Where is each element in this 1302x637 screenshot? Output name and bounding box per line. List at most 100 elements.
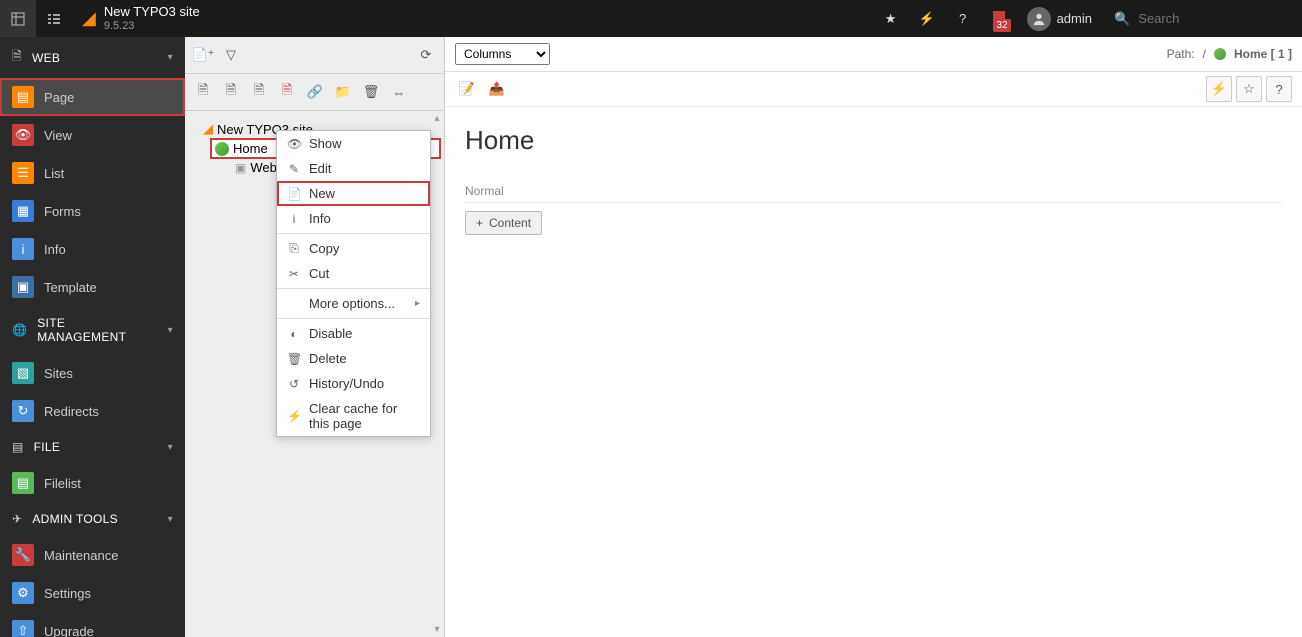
sidebar-item-settings[interactable]: ⚙Settings (0, 574, 185, 612)
layout-select[interactable]: Columns (455, 43, 550, 65)
sidebar-group-admintools[interactable]: ✈ ADMIN TOOLS ▾ (0, 502, 185, 536)
cache-icon[interactable] (0, 0, 36, 37)
context-menu: 👁Show ✎Edit 📄New iInfo ⎘Copy ✂Cut More o… (276, 130, 431, 437)
ctx-disable[interactable]: ◐Disable (277, 321, 430, 346)
typo3-icon: ◢ (203, 121, 213, 137)
info-icon: i (12, 238, 34, 260)
new-icon: 📄 (287, 187, 301, 201)
doc-shortcut-icon[interactable]: 🗎 (247, 80, 271, 104)
chevron-down-icon: ▾ (168, 325, 173, 336)
site-name: New TYPO3 site (104, 5, 200, 19)
redirect-icon: ↻ (12, 400, 34, 422)
wrench-icon: 🔧 (12, 544, 34, 566)
sidebar-item-upgrade[interactable]: ⇧Upgrade (0, 612, 185, 637)
filter-icon[interactable]: ▽ (219, 43, 243, 67)
flash-icon[interactable]: ⚡ (909, 0, 945, 37)
module-sidebar: 🗎 WEB ▾ ▤Page 👁View ☰List ▦Forms iInfo ▣… (0, 37, 185, 637)
separator-icon[interactable]: ⇔ (387, 80, 411, 104)
trash-icon[interactable]: 🗑 (359, 80, 383, 104)
add-content-button[interactable]: + Content (465, 211, 542, 235)
ctx-delete[interactable]: 🗑Delete (277, 346, 430, 371)
sidebar-group-sitemanagement[interactable]: 🌐 SITE MANAGEMENT ▾ (0, 306, 185, 354)
ctx-clearcache[interactable]: ⚡Clear cache for this page (277, 396, 430, 436)
gear-icon: ⚙ (12, 582, 34, 604)
tree-toolbar: 📄⁺ ▽ ⟳ (185, 37, 444, 74)
refresh-icon[interactable]: ⟳ (414, 43, 438, 67)
username: admin (1057, 11, 1092, 26)
sidebar-item-list[interactable]: ☰List (0, 154, 185, 192)
sidebar-item-filelist[interactable]: ▤Filelist (0, 464, 185, 502)
breadcrumb-root: / (1203, 47, 1206, 61)
link-icon[interactable]: 🔗 (303, 80, 327, 104)
content-toolbar: Columns Path: / Home [ 1 ] (445, 37, 1302, 72)
sidebar-item-forms[interactable]: ▦Forms (0, 192, 185, 230)
notification-badge: 32 (993, 19, 1010, 32)
sidebar-item-view[interactable]: 👁View (0, 116, 185, 154)
ctx-new[interactable]: 📄New (277, 181, 430, 206)
tree-toolbar-2: 🗎 🗎 🗎 🗎 🔗 📁 🗑 ⇔ (185, 74, 444, 111)
flash-icon: ⚡ (287, 409, 301, 423)
search-wrap: 🔍 (1102, 11, 1302, 27)
content-area: Columns Path: / Home [ 1 ] 📝 📤 ⚡ ☆ ? Hom… (445, 37, 1302, 637)
help-icon[interactable]: ? (945, 0, 981, 37)
file-icon: 🗎 (12, 47, 22, 68)
folder-icon: ▤ (12, 440, 24, 454)
globe-icon: 🌐 (12, 323, 27, 337)
sidebar-item-template[interactable]: ▣Template (0, 268, 185, 306)
ctx-show[interactable]: 👁Show (277, 131, 430, 156)
sidebar-item-redirects[interactable]: ↻Redirects (0, 392, 185, 430)
sidebar-item-page[interactable]: ▤Page (0, 78, 185, 116)
chevron-down-icon: ▾ (168, 52, 173, 63)
globe-icon (215, 142, 229, 156)
sidebar-group-file[interactable]: ▤ FILE ▾ (0, 430, 185, 464)
scroll-down-icon[interactable]: ▾ (432, 624, 442, 635)
eye-icon: 👁 (287, 137, 301, 151)
info-icon: i (287, 212, 301, 226)
new-page-drag-icon[interactable]: 📄⁺ (191, 43, 215, 67)
doc-hide-icon[interactable]: 🗎 (219, 80, 243, 104)
shortcut-icon[interactable] (36, 0, 72, 37)
scroll-up-icon[interactable]: ▴ (432, 113, 442, 124)
doc-icon[interactable]: 🗎 (191, 80, 215, 104)
sidebar-item-maintenance[interactable]: 🔧Maintenance (0, 536, 185, 574)
ctx-copy[interactable]: ⎘Copy (277, 236, 430, 261)
copy-icon: ⎘ (287, 241, 301, 256)
content-toolbar-2: 📝 📤 ⚡ ☆ ? (445, 72, 1302, 107)
globe-icon (1214, 48, 1226, 60)
path-label: Path: (1167, 47, 1195, 61)
chevron-down-icon: ▾ (168, 514, 173, 525)
ctx-edit[interactable]: ✎Edit (277, 156, 430, 181)
folder-icon[interactable]: 📁 (331, 80, 355, 104)
forms-icon: ▦ (12, 200, 34, 222)
ctx-cut[interactable]: ✂Cut (277, 261, 430, 286)
eye-icon: 👁 (12, 124, 34, 146)
ctx-history[interactable]: ↺History/Undo (277, 371, 430, 396)
bookmark-action-icon[interactable]: ☆ (1236, 76, 1262, 102)
page-icon: ▤ (12, 86, 34, 108)
export-icon[interactable]: 📤 (485, 77, 509, 101)
plus-icon: + (476, 216, 483, 230)
page-title: Home (465, 125, 1282, 156)
sidebar-group-web[interactable]: 🗎 WEB ▾ (0, 37, 185, 78)
rocket-icon: ✈ (12, 512, 22, 526)
notification-icon[interactable]: 32 (981, 0, 1017, 37)
doc-mount-icon[interactable]: 🗎 (275, 80, 299, 104)
typo3-logo-icon: ◢ (82, 8, 96, 29)
help-action-icon[interactable]: ? (1266, 76, 1292, 102)
search-icon: 🔍 (1114, 11, 1130, 27)
avatar-icon (1027, 7, 1051, 31)
cache-action-icon[interactable]: ⚡ (1206, 76, 1232, 102)
search-input[interactable] (1138, 11, 1302, 26)
column-label: Normal (465, 180, 1282, 203)
upgrade-icon: ⇧ (12, 620, 34, 637)
bookmark-icon[interactable]: ★ (873, 0, 909, 37)
breadcrumb-page: Home [ 1 ] (1234, 47, 1292, 61)
sidebar-item-info[interactable]: iInfo (0, 230, 185, 268)
user-menu[interactable]: admin (1017, 7, 1102, 31)
filelist-icon: ▤ (12, 472, 34, 494)
ctx-info[interactable]: iInfo (277, 206, 430, 231)
sidebar-item-sites[interactable]: ▧Sites (0, 354, 185, 392)
site-label[interactable]: ◢ New TYPO3 site 9.5.23 (72, 0, 210, 37)
ctx-more[interactable]: More options...▸ (277, 291, 430, 316)
edit-page-icon[interactable]: 📝 (455, 77, 479, 101)
